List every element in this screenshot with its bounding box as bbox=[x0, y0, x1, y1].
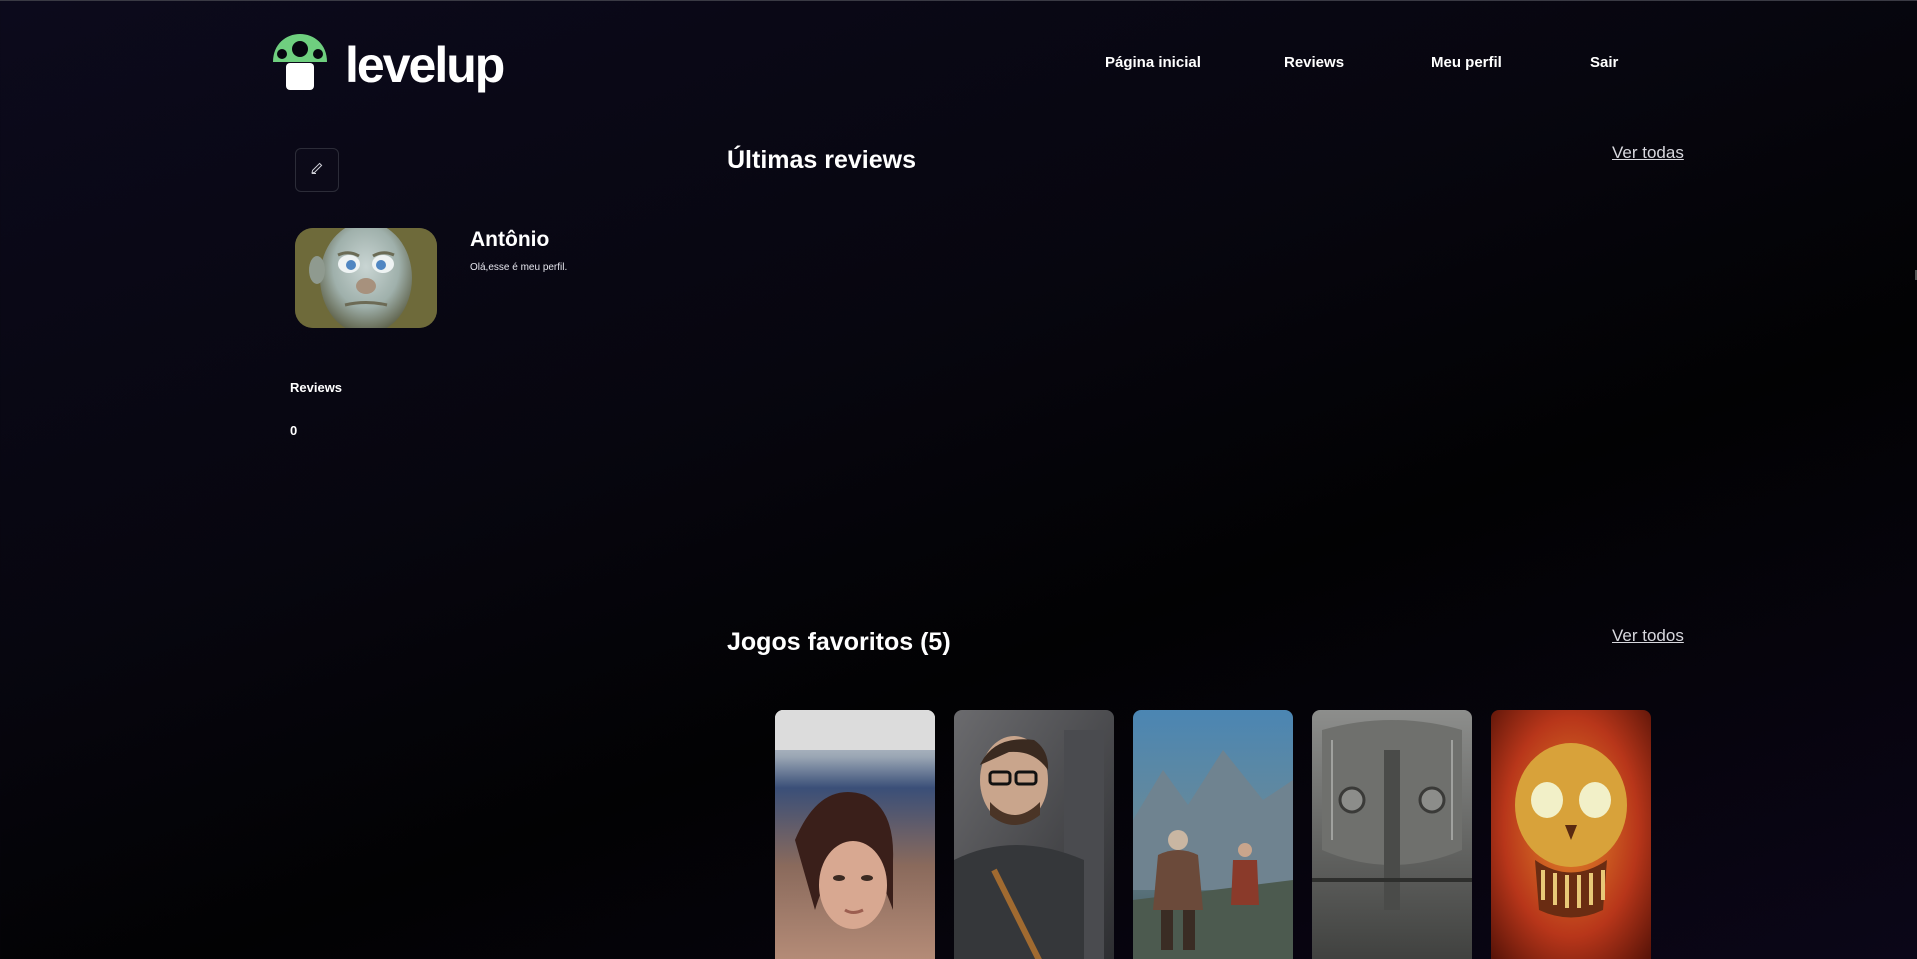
metal-armor-cover bbox=[1312, 710, 1472, 959]
see-all-favorites-link[interactable]: Ver todos bbox=[1612, 626, 1684, 646]
user-bio: Olá,esse é meu perfil. bbox=[470, 262, 568, 273]
nav-reviews-link[interactable]: Reviews bbox=[1284, 54, 1344, 71]
nav-logout-link[interactable]: Sair bbox=[1590, 54, 1618, 71]
game-card-flaming-skull[interactable] bbox=[1491, 710, 1651, 959]
girl-short-hair-cover bbox=[775, 710, 935, 959]
favorite-games-list bbox=[775, 710, 1651, 959]
reviews-count-value: 0 bbox=[290, 423, 298, 438]
flaming-skull-cover bbox=[1491, 710, 1651, 959]
pencil-icon bbox=[310, 161, 324, 180]
main-nav: Página inicial Reviews Meu perfil Sair bbox=[0, 54, 1917, 76]
warrior-mountains-cover bbox=[1133, 710, 1293, 959]
nav-home-link[interactable]: Página inicial bbox=[1105, 54, 1201, 71]
game-card-scientist-glasses[interactable] bbox=[954, 710, 1114, 959]
reviews-count-label: Reviews bbox=[290, 380, 343, 395]
edit-profile-button[interactable] bbox=[295, 148, 339, 192]
user-name: Antônio bbox=[470, 228, 550, 251]
game-card-warrior-mountains[interactable] bbox=[1133, 710, 1293, 959]
game-card-girl-short-hair[interactable] bbox=[775, 710, 935, 959]
window-top-border bbox=[0, 0, 1917, 1]
nav-profile-link[interactable]: Meu perfil bbox=[1431, 54, 1502, 71]
favorite-games-title: Jogos favoritos (5) bbox=[727, 628, 951, 656]
game-card-metal-armor[interactable] bbox=[1312, 710, 1472, 959]
avatar bbox=[295, 228, 437, 328]
see-all-reviews-link[interactable]: Ver todas bbox=[1612, 143, 1684, 163]
scientist-glasses-cover bbox=[954, 710, 1114, 959]
latest-reviews-title: Últimas reviews bbox=[727, 146, 916, 174]
